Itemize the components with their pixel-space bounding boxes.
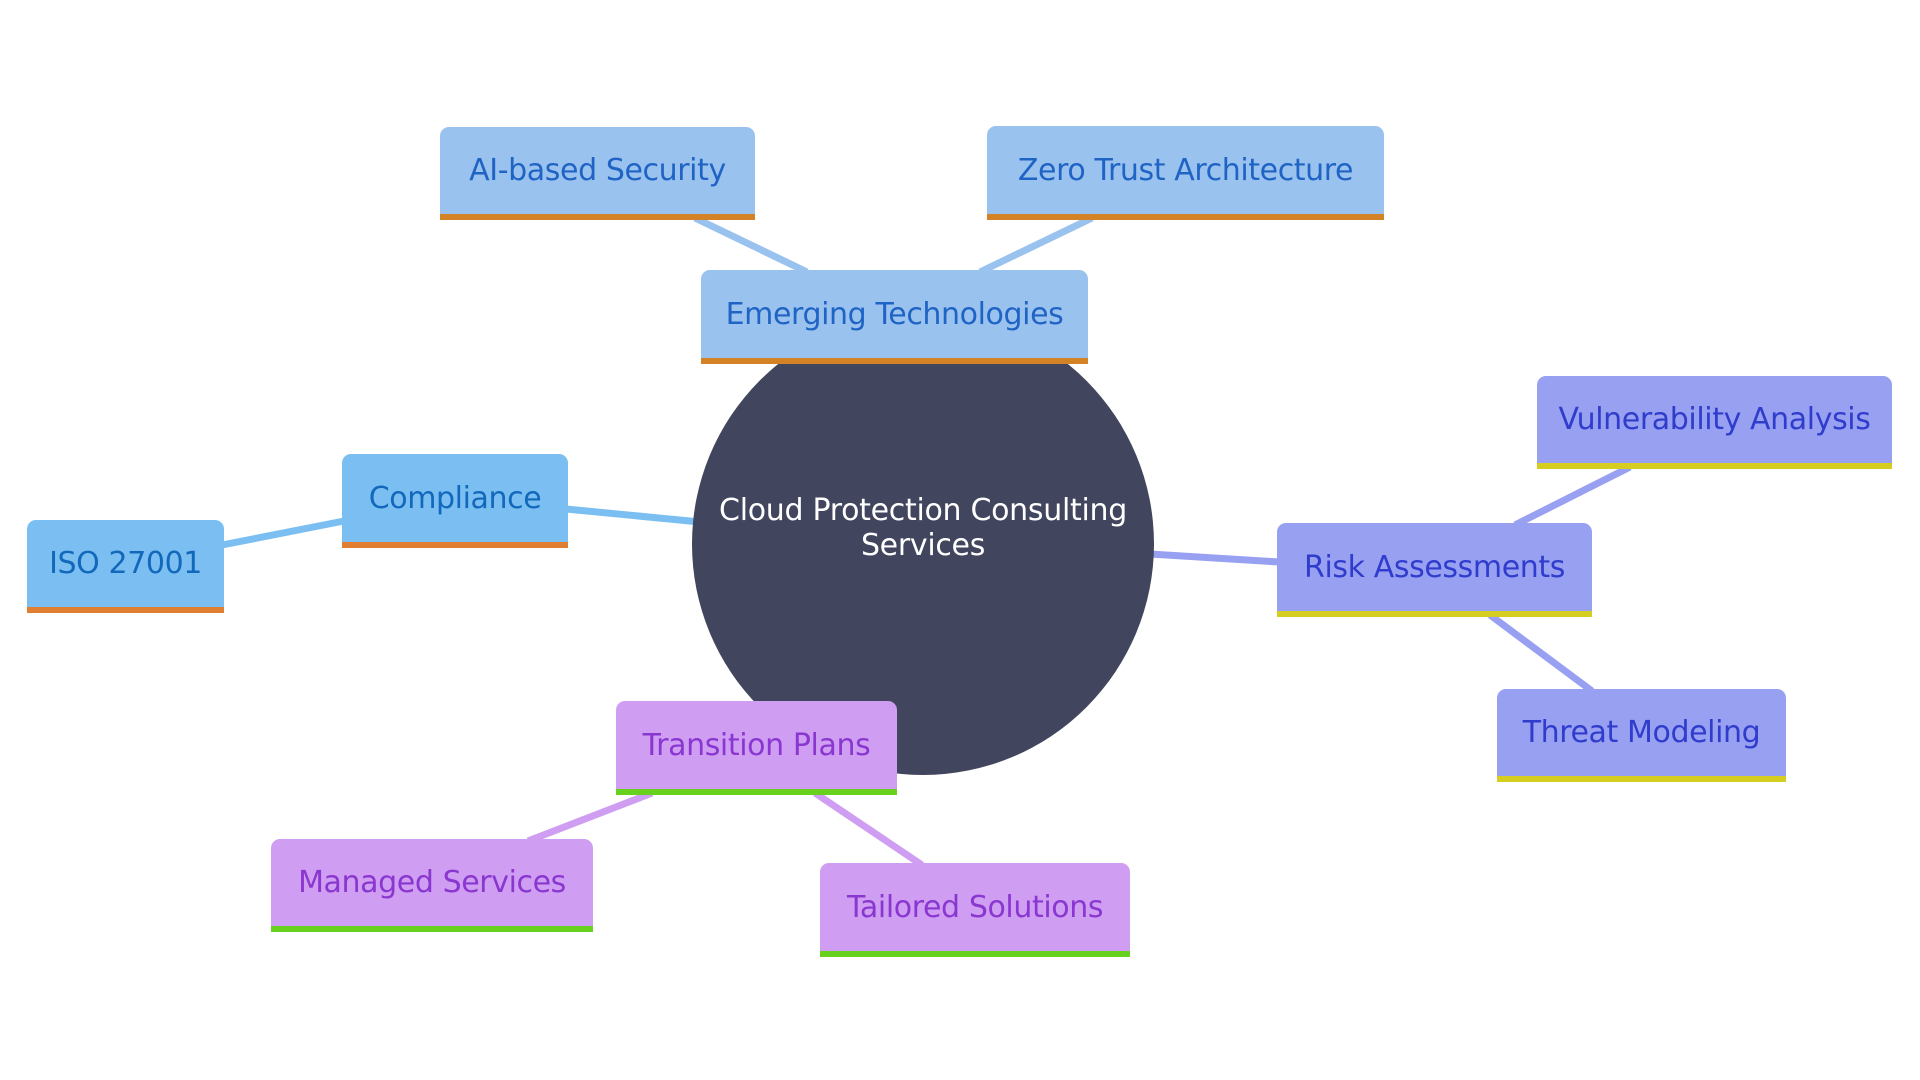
edge-root-compliance <box>565 505 701 526</box>
node-label: Threat Modeling <box>1522 715 1761 750</box>
edge-transition-tailored <box>813 790 924 868</box>
node-iso-27001[interactable]: ISO 27001 <box>27 520 224 613</box>
node-emerging-technologies[interactable]: Emerging Technologies <box>701 270 1088 364</box>
node-label: Managed Services <box>298 865 566 900</box>
edge-compliance-iso <box>221 517 345 549</box>
edge-risk-vulnerability <box>1513 463 1632 529</box>
edge-emerging-zero-trust <box>978 214 1094 276</box>
edge-emerging-ai-security <box>693 214 809 276</box>
node-label: Zero Trust Architecture <box>1017 152 1354 188</box>
edge-transition-managed <box>526 789 654 845</box>
node-label: Emerging Technologies <box>725 296 1064 332</box>
node-label: Vulnerability Analysis <box>1558 402 1871 437</box>
node-label: Risk Assessments <box>1304 549 1565 585</box>
node-tailored-solutions[interactable]: Tailored Solutions <box>820 863 1130 957</box>
node-risk-assessments[interactable]: Risk Assessments <box>1277 523 1592 617</box>
node-label: AI-based Security <box>469 153 726 188</box>
node-label: Tailored Solutions <box>846 889 1104 925</box>
root-node-label: Cloud Protection Consulting Services <box>719 492 1127 563</box>
node-zero-trust-architecture[interactable]: Zero Trust Architecture <box>987 126 1384 220</box>
node-label: Compliance <box>368 480 542 516</box>
node-threat-modeling[interactable]: Threat Modeling <box>1497 689 1786 782</box>
node-compliance[interactable]: Compliance <box>342 454 568 548</box>
node-ai-based-security[interactable]: AI-based Security <box>440 127 755 220</box>
node-label: Transition Plans <box>642 727 871 763</box>
node-vulnerability-analysis[interactable]: Vulnerability Analysis <box>1537 376 1892 469</box>
edge-root-risk-assessments <box>1149 550 1280 566</box>
node-managed-services[interactable]: Managed Services <box>271 839 593 932</box>
node-label: ISO 27001 <box>49 546 202 581</box>
edge-risk-threat <box>1487 612 1595 694</box>
node-transition-plans[interactable]: Transition Plans <box>616 701 897 795</box>
